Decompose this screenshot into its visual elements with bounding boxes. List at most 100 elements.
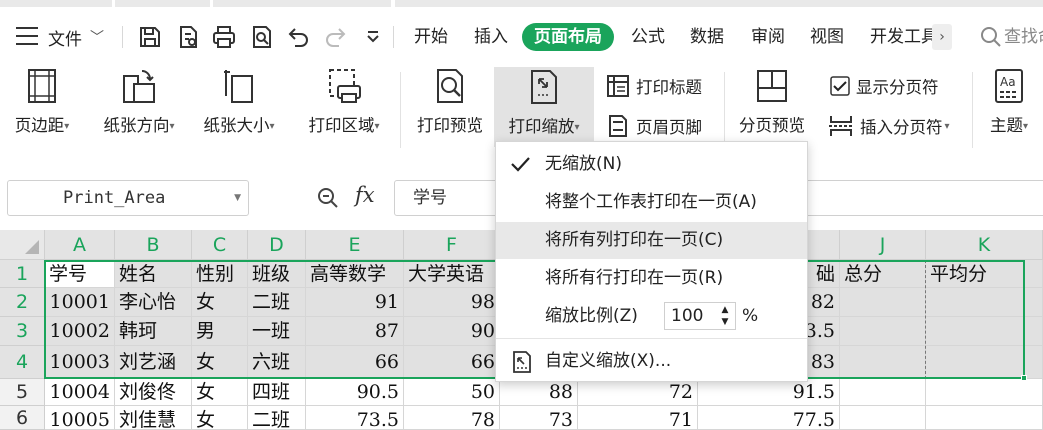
cell-k1[interactable]: 平均分 [926, 260, 1043, 288]
cell-j3[interactable] [840, 317, 926, 346]
scale-ratio-stepper[interactable]: 100 ▲ ▼ [664, 302, 736, 330]
cell-c3[interactable]: 男 [192, 317, 248, 346]
spin-up-icon[interactable]: ▲ [718, 304, 732, 316]
select-all-corner[interactable] [0, 230, 45, 260]
cell-d1[interactable]: 班级 [248, 260, 306, 288]
print-preview-icon[interactable] [249, 24, 275, 50]
cell-d2[interactable]: 二班 [248, 288, 306, 317]
menu-item-fit-sheet-one-page[interactable]: 将整个工作表打印在一页(A) [496, 184, 807, 221]
file-menu-button[interactable]: 文件 ﹀ [48, 22, 104, 52]
insert-function-button[interactable]: fx [355, 183, 375, 207]
row-header-2[interactable]: 2 [0, 288, 45, 317]
cell-f5[interactable]: 50 [404, 379, 500, 406]
tab-insert[interactable]: 插入 [474, 22, 508, 52]
hamburger-menu-icon[interactable] [16, 27, 38, 45]
cell-b6[interactable]: 刘佳慧 [115, 406, 192, 430]
cell-k3[interactable] [926, 317, 1043, 346]
menu-item-fit-rows-one-page[interactable]: 将所有行打印在一页(R) [496, 260, 807, 297]
caret-down-icon[interactable]: ▼ [234, 181, 241, 215]
tab-page-layout[interactable]: 页面布局 [522, 23, 614, 51]
column-header-d[interactable]: D [248, 230, 306, 260]
cell-k2[interactable] [926, 288, 1043, 317]
cell-h6[interactable]: 71 [578, 406, 698, 430]
row-header-4[interactable]: 4 [0, 346, 45, 379]
zoom-search-icon[interactable] [316, 186, 340, 210]
cell-b4[interactable]: 刘艺涵 [115, 346, 192, 379]
print-scale-button[interactable]: 打印缩放▾ [494, 67, 594, 147]
cell-j4[interactable] [840, 346, 926, 379]
tab-scroll-right-icon[interactable]: › [932, 24, 952, 50]
cell-d3[interactable]: 一班 [248, 317, 306, 346]
row-header-5[interactable]: 5 [0, 379, 45, 406]
print-preview-button[interactable]: 打印预览 [408, 68, 492, 148]
undo-icon[interactable] [285, 24, 311, 50]
cell-a4[interactable]: 10003 [45, 346, 115, 379]
theme-button[interactable]: Aa 主题▾ [984, 68, 1034, 148]
cell-b5[interactable]: 刘俊佟 [115, 379, 192, 406]
tab-formulas[interactable]: 公式 [631, 22, 665, 52]
cell-c4[interactable]: 女 [192, 346, 248, 379]
column-header-c[interactable]: C [192, 230, 248, 260]
cell-e6[interactable]: 73.5 [306, 406, 404, 430]
cell-e2[interactable]: 91 [306, 288, 404, 317]
cell-h5[interactable]: 72 [578, 379, 698, 406]
cell-a6[interactable]: 10005 [45, 406, 115, 430]
tab-data[interactable]: 数据 [690, 22, 724, 52]
cell-e3[interactable]: 87 [306, 317, 404, 346]
cell-j2[interactable] [840, 288, 926, 317]
menu-item-no-scaling[interactable]: 无缩放(N) [496, 146, 807, 183]
print-titles-button[interactable]: 打印标题 [606, 74, 702, 98]
column-header-b[interactable]: B [115, 230, 192, 260]
cell-c5[interactable]: 女 [192, 379, 248, 406]
cell-j6[interactable] [840, 406, 926, 430]
row-header-6[interactable]: 6 [0, 406, 45, 430]
column-header-a[interactable]: A [45, 230, 115, 260]
cell-d4[interactable]: 六班 [248, 346, 306, 379]
cell-k6[interactable] [926, 406, 1043, 430]
search-icon[interactable] [980, 26, 1002, 48]
header-footer-button[interactable]: 页眉页脚 [606, 114, 702, 138]
cell-a1[interactable]: 学号 [45, 260, 115, 288]
tab-home[interactable]: 开始 [414, 22, 448, 52]
cell-i6[interactable]: 77.5 [698, 406, 840, 430]
spin-down-icon[interactable]: ▼ [718, 316, 732, 328]
menu-item-custom-scaling[interactable]: 自定义缩放(X)... [496, 342, 807, 380]
save-icon[interactable] [137, 24, 163, 50]
tab-developer[interactable]: 开发工具 [870, 22, 932, 52]
cell-j5[interactable] [840, 379, 926, 406]
page-break-preview-button[interactable]: 分页预览 [732, 68, 812, 148]
cell-d6[interactable]: 二班 [248, 406, 306, 430]
print-area-button[interactable]: 打印区域▾ [296, 68, 392, 148]
cell-a5[interactable]: 10004 [45, 379, 115, 406]
name-box[interactable]: Print_Area ▼ [7, 180, 249, 216]
cell-k5[interactable] [926, 379, 1043, 406]
customize-quick-access-icon[interactable] [360, 24, 386, 50]
cell-b2[interactable]: 李心怡 [115, 288, 192, 317]
cell-c6[interactable]: 女 [192, 406, 248, 430]
cell-f2[interactable]: 98 [404, 288, 500, 317]
redo-icon[interactable] [323, 24, 349, 50]
cell-i5[interactable]: 91.5 [698, 379, 840, 406]
cell-f4[interactable]: 66 [404, 346, 500, 379]
row-header-1[interactable]: 1 [0, 260, 45, 288]
cell-j1[interactable]: 总分 [840, 260, 926, 288]
cell-a2[interactable]: 10001 [45, 288, 115, 317]
cell-f6[interactable]: 78 [404, 406, 500, 430]
column-header-j[interactable]: J [840, 230, 926, 260]
menu-item-fit-columns-one-page[interactable]: 将所有列打印在一页(C) [496, 222, 807, 259]
tab-view[interactable]: 视图 [810, 22, 844, 52]
row-header-3[interactable]: 3 [0, 317, 45, 346]
cell-d5[interactable]: 四班 [248, 379, 306, 406]
column-header-e[interactable]: E [306, 230, 404, 260]
cell-e4[interactable]: 66 [306, 346, 404, 379]
fill-handle[interactable] [1021, 375, 1027, 381]
cell-e1[interactable]: 高等数学 [306, 260, 404, 288]
cell-f1[interactable]: 大学英语 [404, 260, 500, 288]
cell-c1[interactable]: 性别 [192, 260, 248, 288]
cell-g5[interactable]: 88 [500, 379, 578, 406]
paper-size-button[interactable]: 纸张大小▾ [196, 68, 282, 148]
insert-page-break-button[interactable]: 插入分页符 ▾ [828, 114, 950, 138]
orientation-button[interactable]: 纸张方向▾ [96, 68, 182, 148]
export-pdf-icon[interactable] [175, 24, 201, 50]
print-icon[interactable] [211, 24, 237, 50]
